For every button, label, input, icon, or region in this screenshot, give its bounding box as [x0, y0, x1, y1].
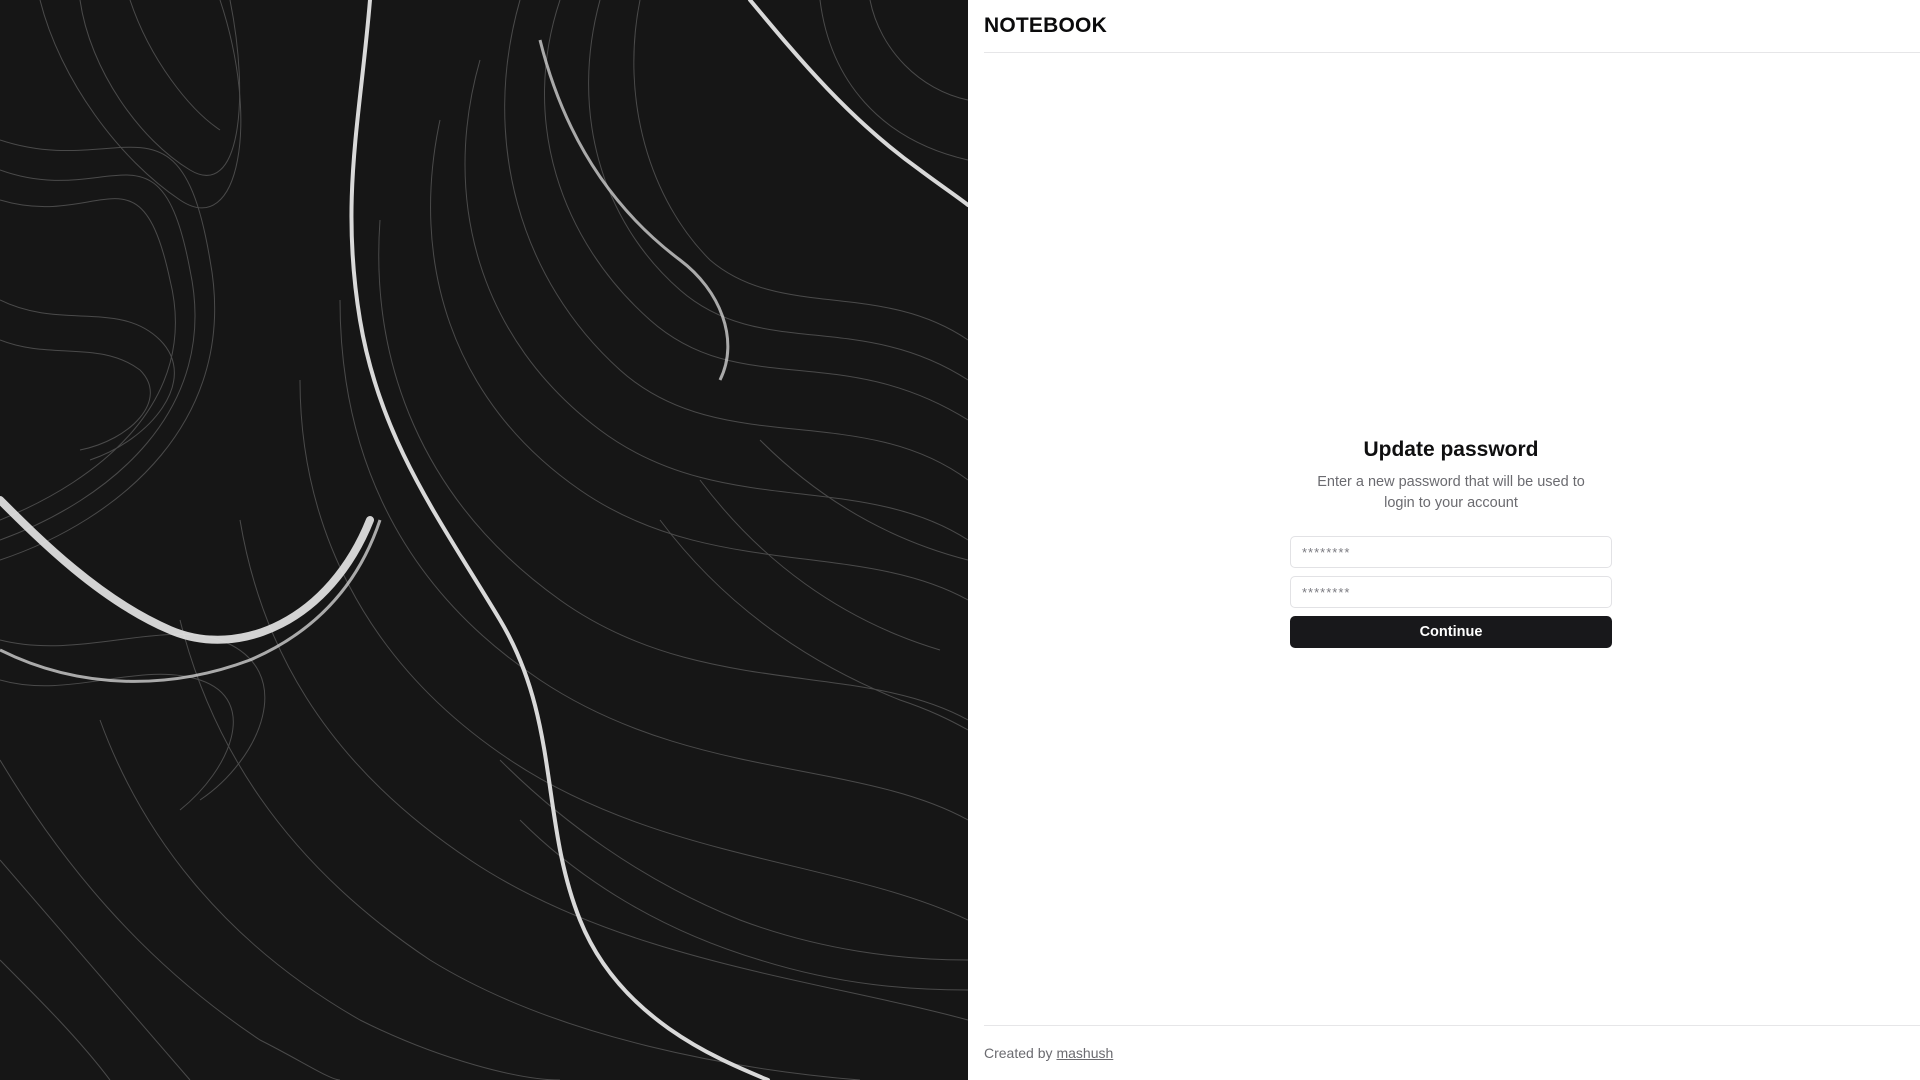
update-password-form: Update password Enter a new password tha…: [1290, 438, 1612, 648]
auth-panel: NOTEBOOK Update password Enter a new pas…: [968, 0, 1920, 1080]
confirm-password-input[interactable]: [1290, 576, 1612, 608]
footer: Created by mashush: [984, 1025, 1920, 1080]
footer-credit-text: Created by: [984, 1045, 1053, 1061]
page: NOTEBOOK Update password Enter a new pas…: [0, 0, 1920, 1080]
new-password-input[interactable]: [1290, 536, 1612, 568]
form-title: Update password: [1363, 438, 1539, 461]
marble-hero-image: [0, 0, 968, 1080]
continue-button[interactable]: Continue: [1290, 616, 1612, 648]
top-bar: NOTEBOOK: [984, 0, 1920, 53]
author-link[interactable]: mashush: [1056, 1045, 1113, 1061]
form-subtitle: Enter a new password that will be used t…: [1317, 474, 1585, 511]
marble-texture-graphic: [0, 0, 968, 1080]
brand-logo-text[interactable]: NOTEBOOK: [984, 14, 1107, 38]
